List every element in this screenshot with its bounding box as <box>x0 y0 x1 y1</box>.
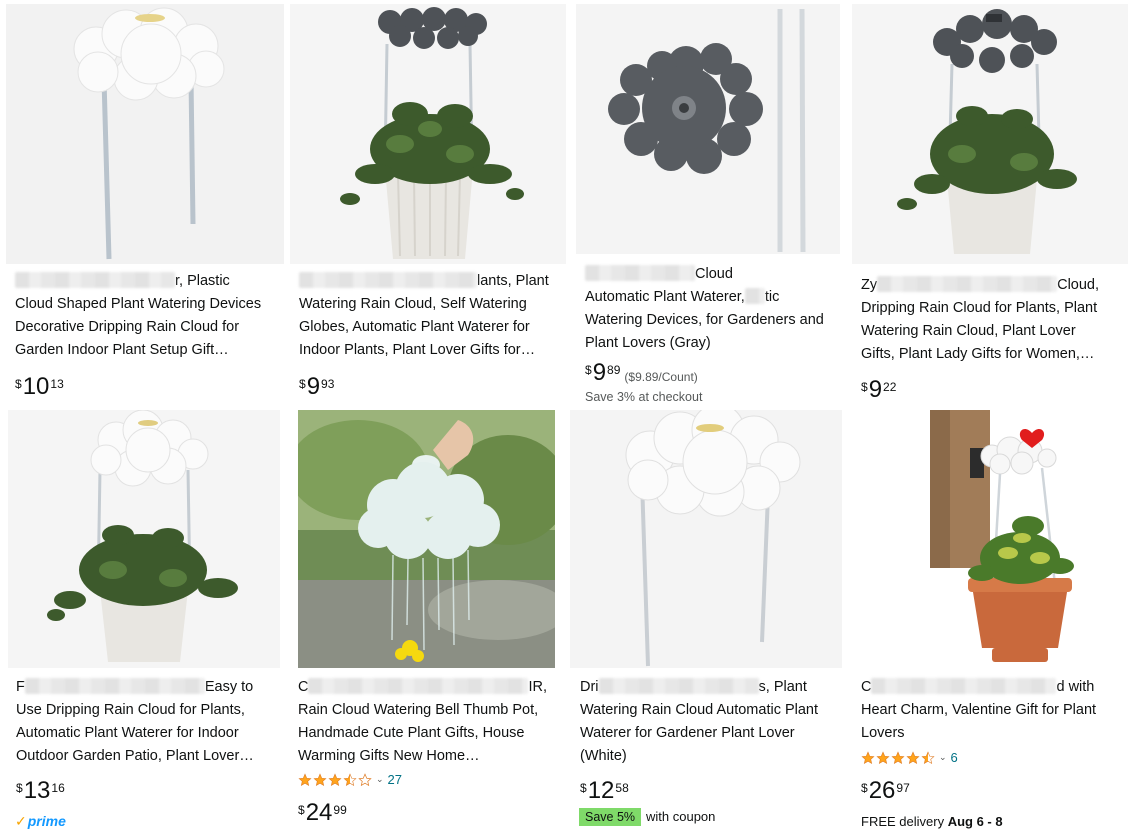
product-price: $ 10 13 <box>15 373 64 400</box>
rating-stars[interactable]: ⌄ 27 <box>298 772 402 787</box>
product-card[interactable]: Dri s, Plant Watering Rain Cloud Automati… <box>570 410 842 834</box>
star-full-icon <box>876 750 890 764</box>
product-image[interactable] <box>576 4 840 254</box>
star-full-icon <box>313 772 327 786</box>
product-title[interactable]: F Easy to Use Dripping Rain Cloud for Pla… <box>16 676 278 768</box>
obscured-text <box>744 288 765 304</box>
coupon-text: with coupon <box>646 809 716 824</box>
product-price: $ 26 97 <box>861 777 910 804</box>
product-card[interactable]: Zy Cloud, Dripping Rain Cloud for Plants,… <box>852 4 1128 404</box>
star-empty-icon <box>358 772 372 786</box>
rating-stars[interactable]: ⌄ 6 <box>861 750 958 765</box>
delivery-info: FREE delivery Aug 6 - 8 <box>861 814 1003 829</box>
obscured-text <box>871 678 1057 694</box>
review-count[interactable]: 6 <box>951 750 958 765</box>
product-price: $ 12 58 <box>580 777 629 804</box>
product-price: $ 9 93 <box>299 373 335 400</box>
star-full-icon <box>891 750 905 764</box>
obscured-text <box>24 678 205 694</box>
product-card[interactable]: F Easy to Use Dripping Rain Cloud for Pla… <box>8 410 280 834</box>
product-title[interactable]: r, Plastic Cloud Shaped Plant Watering D… <box>15 270 280 362</box>
obscured-text <box>585 265 695 281</box>
product-image[interactable] <box>298 410 555 668</box>
star-full-icon <box>906 750 920 764</box>
prime-badge: ✓prime <box>15 813 66 829</box>
product-title[interactable]: Dri s, Plant Watering Rain Cloud Automati… <box>580 676 842 768</box>
unit-price: ($9.89/Count) <box>624 370 698 384</box>
product-image[interactable] <box>8 410 280 668</box>
product-title[interactable]: Cd with Heart Charm, Valentine Gift for … <box>861 676 1126 745</box>
star-half-icon <box>343 772 357 786</box>
product-price: $ 9 89 ($9.89/Count) <box>585 359 698 386</box>
product-card[interactable]: Cloud Automatic Plant Waterer, tic Wateri… <box>576 4 840 404</box>
star-full-icon <box>328 772 342 786</box>
obscured-text <box>299 272 477 288</box>
chevron-down-icon[interactable]: ⌄ <box>939 752 947 763</box>
obscured-text <box>308 678 529 694</box>
product-price: $ 24 99 <box>298 799 347 826</box>
product-card[interactable]: C IR, Rain Cloud Watering Bell Thumb Pot,… <box>290 410 564 834</box>
product-price: $ 9 22 <box>861 376 897 403</box>
prime-check-icon: ✓ <box>15 813 27 829</box>
star-half-icon <box>921 750 935 764</box>
product-card[interactable]: Cd with Heart Charm, Valentine Gift for … <box>852 408 1128 834</box>
product-title[interactable]: lants, Plant Watering Rain Cloud, Self W… <box>299 270 564 362</box>
product-title[interactable]: C IR, Rain Cloud Watering Bell Thumb Pot,… <box>298 676 560 768</box>
product-title[interactable]: Cloud Automatic Plant Waterer, tic Wateri… <box>585 263 840 355</box>
product-image[interactable] <box>570 410 842 668</box>
star-full-icon <box>298 772 312 786</box>
product-image[interactable] <box>290 4 566 264</box>
product-price: $ 13 16 <box>16 777 65 804</box>
product-card[interactable]: r, Plastic Cloud Shaped Plant Watering D… <box>6 4 284 404</box>
obscured-text <box>598 678 759 694</box>
product-title[interactable]: Zy Cloud, Dripping Rain Cloud for Plants,… <box>861 274 1126 366</box>
save-at-checkout: Save 3% at checkout <box>585 390 703 404</box>
obscured-text <box>15 272 175 288</box>
product-image[interactable] <box>852 4 1128 264</box>
chevron-down-icon[interactable]: ⌄ <box>376 774 384 785</box>
coupon-badge[interactable]: Save 5% <box>579 808 642 826</box>
product-image[interactable] <box>6 4 284 264</box>
product-card[interactable]: lants, Plant Watering Rain Cloud, Self W… <box>290 4 566 404</box>
obscured-text <box>877 276 1058 292</box>
star-full-icon <box>861 750 875 764</box>
product-image[interactable] <box>852 408 1128 668</box>
review-count[interactable]: 27 <box>388 772 402 787</box>
